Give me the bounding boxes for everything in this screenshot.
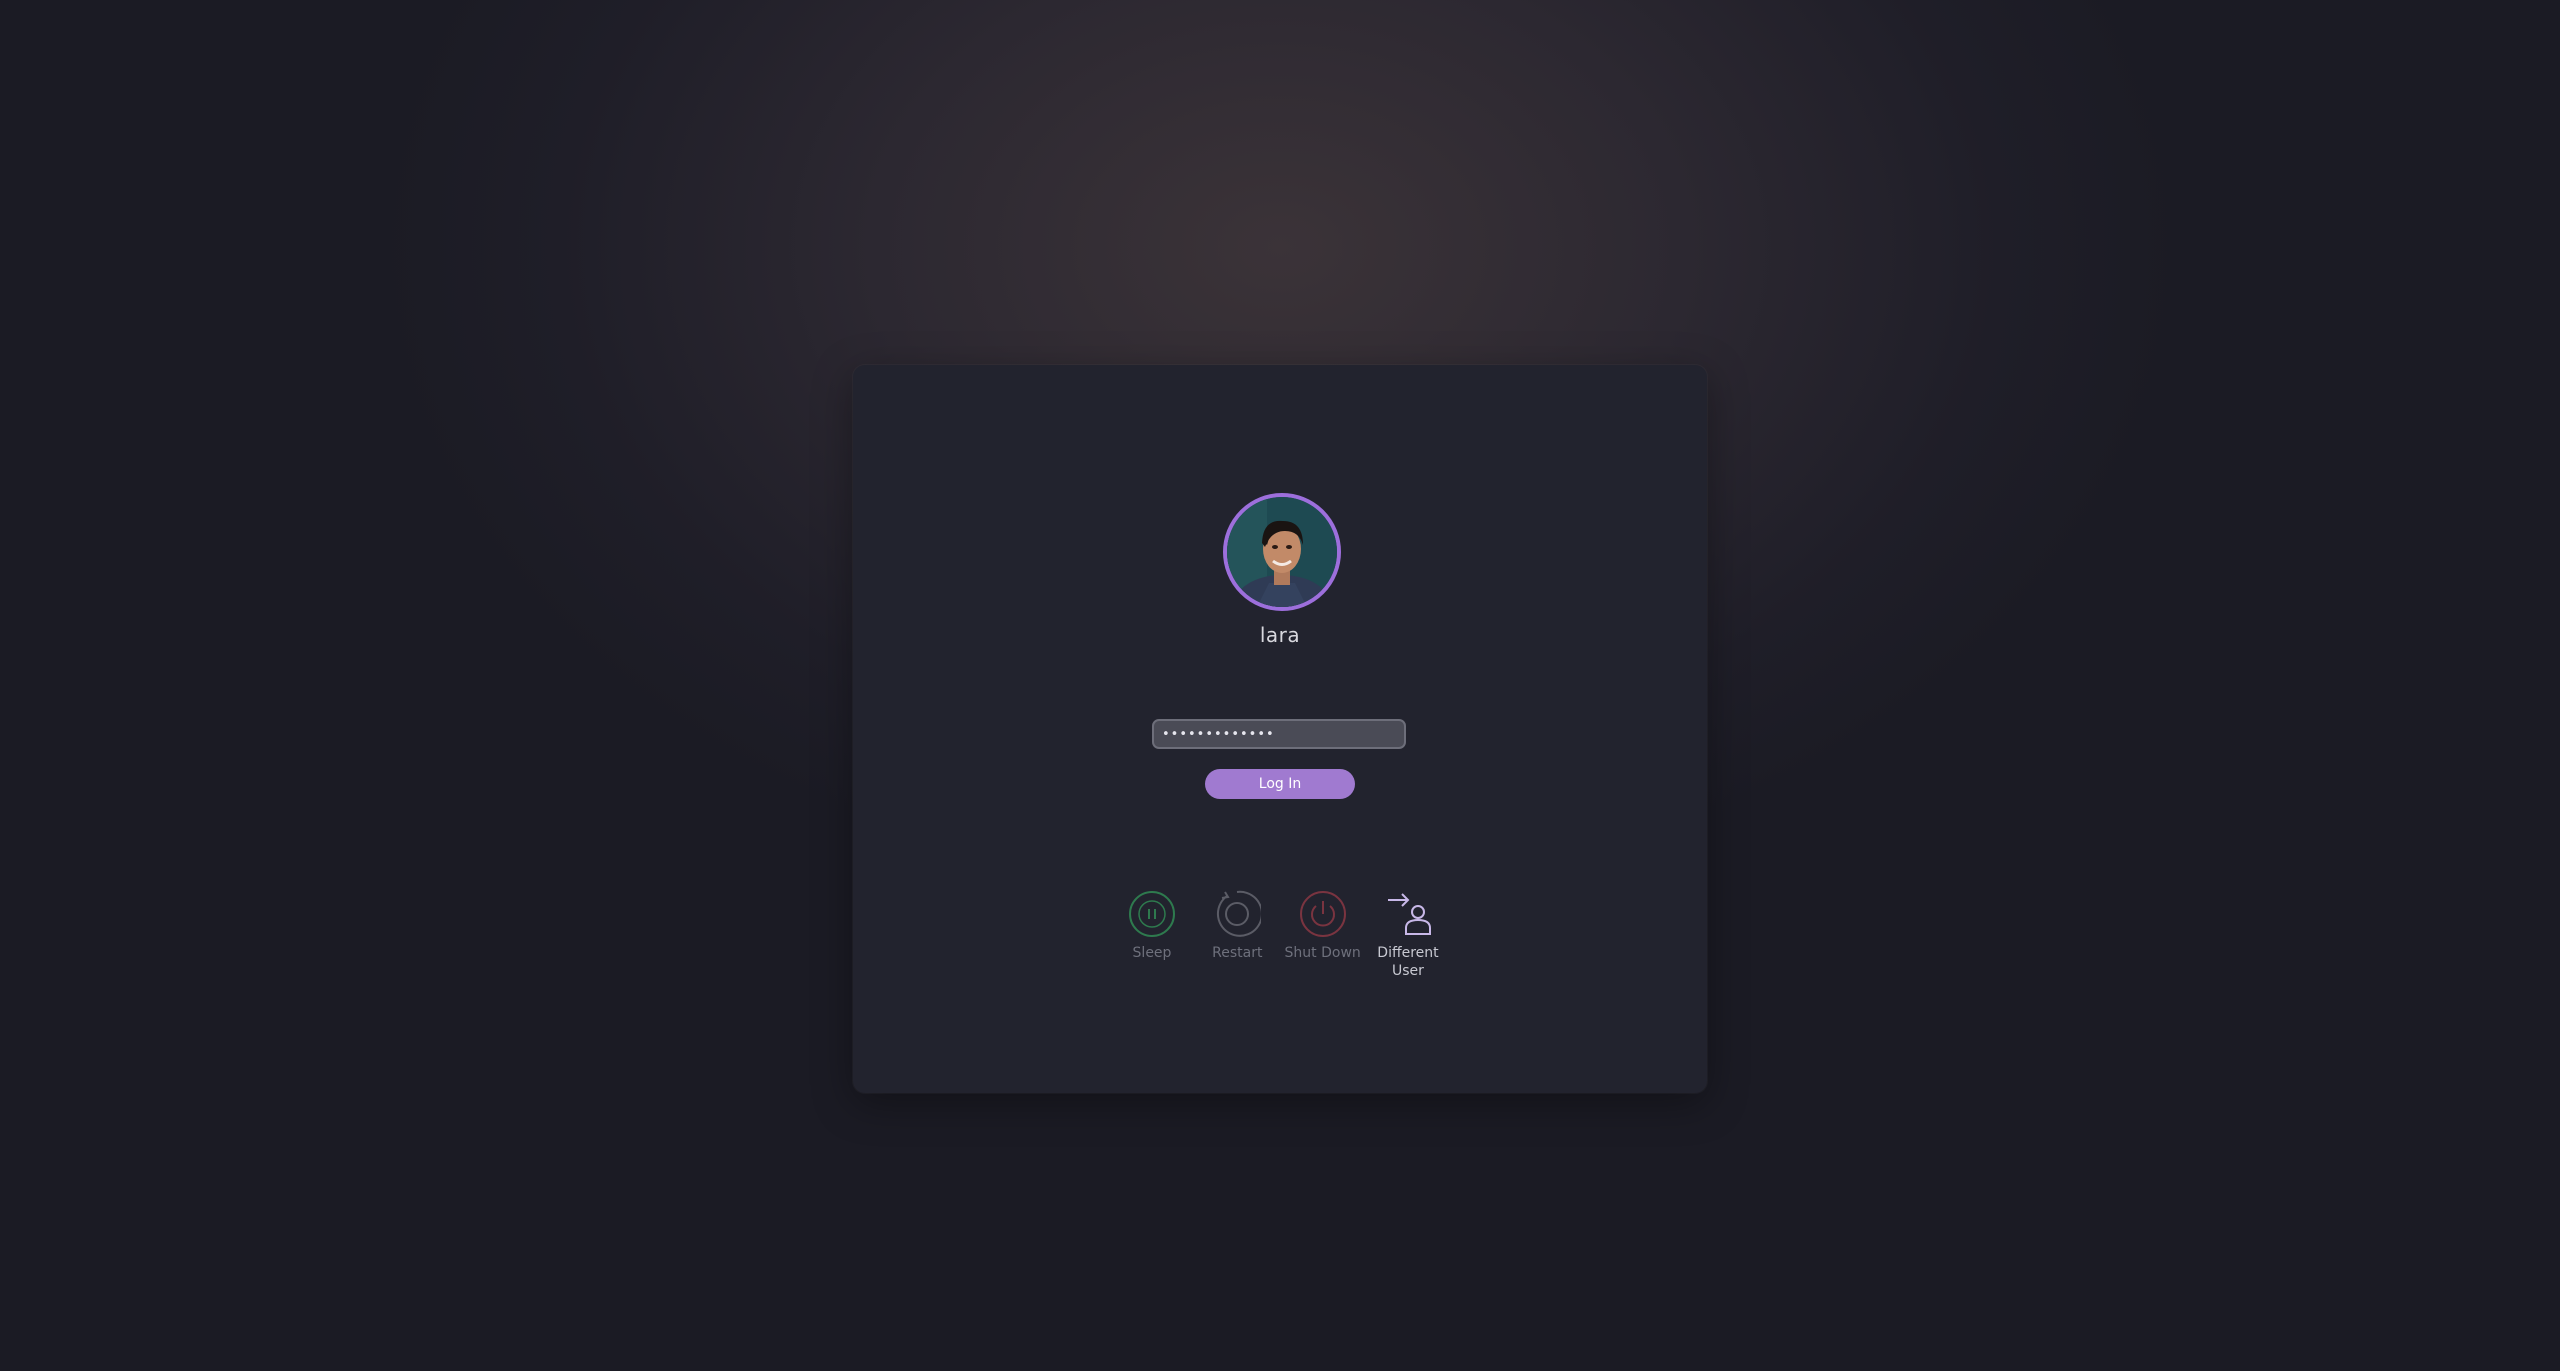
switch-user-icon	[1387, 893, 1431, 935]
restart-button[interactable]: Restart	[1195, 890, 1279, 980]
different-user-label: Different User	[1377, 945, 1439, 979]
different-user-button[interactable]: Different User	[1366, 890, 1450, 980]
power-icon	[1299, 891, 1346, 937]
shut-down-button[interactable]: Shut Down	[1281, 890, 1365, 980]
login-button[interactable]: Log In	[1205, 769, 1355, 799]
username: lara	[1259, 623, 1301, 647]
restart-icon	[1217, 890, 1262, 937]
avatar	[1223, 493, 1341, 611]
sleep-button[interactable]: Sleep	[1110, 890, 1194, 980]
power-actions: Sleep Restart Shut Down Different User	[1110, 890, 1450, 980]
login-card: lara Log In Sleep Restart Shut Down Diff…	[853, 365, 1707, 1093]
shut-down-label: Shut Down	[1284, 945, 1361, 961]
restart-label: Restart	[1212, 945, 1263, 961]
password-field[interactable]	[1152, 719, 1406, 749]
sleep-label: Sleep	[1132, 945, 1172, 961]
sleep-icon	[1129, 891, 1175, 937]
user-photo	[1227, 497, 1337, 607]
